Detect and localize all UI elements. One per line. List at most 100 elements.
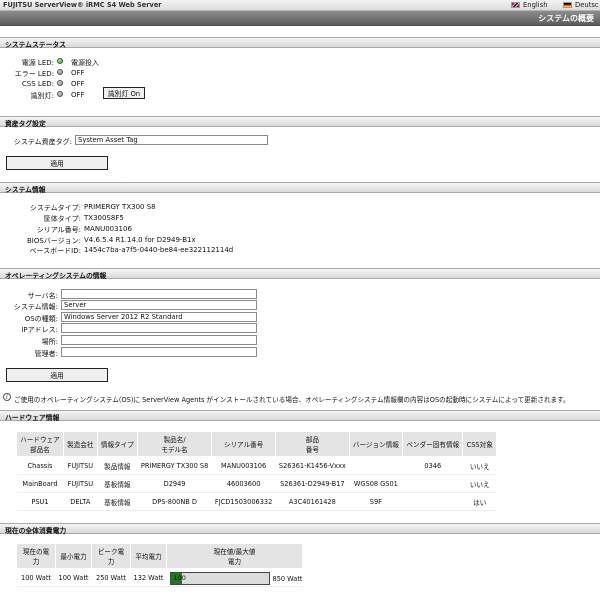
- table-cell: S9F: [349, 492, 403, 511]
- table-cell: MainBoard: [16, 474, 64, 493]
- hardware-col-header: 部品 番号: [275, 431, 350, 457]
- system-info-input[interactable]: [61, 300, 257, 310]
- bios-version-value: V4.6.5.4 R1.14.0 for D2949-B1x: [84, 236, 196, 244]
- table-cell: 基板情報: [97, 492, 138, 511]
- table-cell: S26361-K1456-Vxxx: [275, 456, 350, 475]
- system-info-label: システム情報:: [13, 303, 58, 311]
- table-cell: A3C40161428: [275, 492, 350, 511]
- language-english-link[interactable]: English: [511, 1, 548, 9]
- asset-tag-label: システム資産タグ:: [13, 138, 72, 146]
- avg-power-value: 132 Watt: [130, 568, 167, 587]
- baseboard-id-label: ベースボードID:: [29, 247, 81, 255]
- administrator-input[interactable]: [61, 347, 257, 357]
- ip-address-label: IPアドレス:: [21, 326, 58, 334]
- table-cell: PSU1: [16, 492, 64, 511]
- section-header-hardware-info: ハードウェア情報: [0, 410, 600, 422]
- system-type-value: PRIMERGY TX300 S8: [84, 203, 156, 211]
- power-col-header: 現在の電力: [16, 543, 56, 569]
- language-german-label: Deutsc: [575, 1, 599, 9]
- server-name-input[interactable]: [61, 289, 257, 299]
- table-cell: S26361-D2949-B17: [275, 474, 350, 493]
- power-table-row: 100 Watt 100 Watt 250 Watt 132 Watt 100 …: [16, 568, 303, 587]
- section-header-system-status: システムステータス: [0, 37, 600, 49]
- os-info-apply-button[interactable]: 適用: [6, 368, 108, 382]
- peak-power-value: 250 Watt: [91, 568, 131, 587]
- table-row: MainBoard FUJITSU 基板情報 D2949 46003600 S26361-…: [16, 474, 497, 493]
- table-cell: DELTA: [63, 492, 98, 511]
- os-type-label: OSの種類:: [24, 315, 58, 323]
- serial-number-label: シリアル番号:: [36, 226, 81, 234]
- baseboard-id-value: 1454c7ba-a7f5-0440-be84-ee322112114d: [84, 246, 234, 254]
- chassis-type-value: TX300S8F5: [84, 214, 124, 222]
- table-row: PSU1 DELTA 基板情報 DPS-800NB D FJCD1503006332 A3…: [16, 492, 497, 511]
- hardware-col-header: ベンダー固有情報: [402, 431, 464, 457]
- hardware-col-header: 製品名/ モデル名: [136, 431, 213, 457]
- uk-flag-icon: [511, 2, 520, 8]
- table-cell: 46003600: [211, 474, 276, 493]
- power-led-icon: [57, 58, 63, 64]
- administrator-label: 管理者:: [34, 350, 58, 358]
- location-input[interactable]: [61, 335, 257, 345]
- identify-led-label: 識別灯:: [30, 92, 54, 100]
- table-cell: [349, 456, 403, 475]
- table-cell: DPS-800NB D: [137, 492, 212, 511]
- brand-logo-text: FUJITSU ServerView® iRMC S4 Web Server: [3, 1, 162, 9]
- max-power-value: 850 Watt: [272, 575, 303, 583]
- table-cell: 製品情報: [97, 456, 138, 475]
- table-cell: FJCD1503006332: [211, 492, 276, 511]
- table-cell: FUJITSU: [63, 456, 98, 475]
- asset-tag-apply-button[interactable]: 適用: [6, 156, 108, 170]
- hardware-col-header: ハードウェア 部品名: [16, 431, 64, 457]
- error-led-icon: [57, 69, 63, 75]
- power-bar-label: 100: [173, 574, 186, 582]
- top-bar: FUJITSU ServerView® iRMC S4 Web Server E…: [0, 0, 600, 11]
- asset-tag-input[interactable]: [75, 135, 268, 145]
- table-cell: Chassis: [16, 456, 64, 475]
- table-cell: 基板情報: [97, 474, 138, 493]
- language-german-link[interactable]: Deutsc: [563, 1, 599, 9]
- hardware-col-header: 製造会社: [62, 431, 98, 457]
- table-cell: FUJITSU: [63, 474, 98, 493]
- hardware-col-header: 情報タイプ: [96, 431, 139, 457]
- location-label: 場所:: [41, 338, 58, 346]
- serial-number-value: MANU003106: [84, 225, 132, 233]
- table-cell: [402, 492, 463, 511]
- section-header-power: 現在の全体消費電力: [0, 523, 600, 535]
- identify-led-value: OFF: [71, 91, 85, 99]
- hardware-col-header: CSS対象: [462, 431, 497, 457]
- identify-on-button[interactable]: 識別灯 On: [103, 87, 145, 99]
- section-header-system-info: システム情報: [0, 182, 600, 194]
- os-info-note: ご使用のオペレーティングシステム(OS)に ServerView Agents …: [14, 396, 570, 404]
- hardware-col-header: バージョン情報: [348, 431, 404, 457]
- power-col-header: 現在値/最大値 電力: [166, 543, 303, 569]
- error-led-label: エラー LED:: [14, 70, 54, 78]
- section-header-asset-tag: 資産タグ設定: [0, 116, 600, 128]
- os-type-input[interactable]: [61, 312, 257, 322]
- chassis-type-label: 筐体タイプ:: [43, 215, 81, 223]
- identify-led-icon: [57, 91, 63, 97]
- table-cell: いいえ: [462, 456, 497, 475]
- page-title: システムの概要: [538, 14, 594, 23]
- table-row: Chassis FUJITSU 製品情報 PRIMERGY TX300 S8 MANU0…: [16, 456, 497, 475]
- power-col-header: 平均電力: [130, 543, 167, 569]
- table-cell: 0346: [402, 456, 463, 475]
- language-english-label: English: [523, 1, 548, 9]
- power-bar-cell: 100 850 Watt: [166, 568, 303, 587]
- current-power-value: 100 Watt: [16, 568, 56, 587]
- server-name-label: サーバ名:: [27, 292, 58, 300]
- table-cell: いいえ: [462, 474, 497, 493]
- error-led-value: OFF: [71, 69, 85, 77]
- table-cell: MANU003106: [211, 456, 276, 475]
- info-icon: i: [3, 393, 11, 401]
- css-led-icon: [57, 80, 63, 86]
- min-power-value: 100 Watt: [55, 568, 92, 587]
- table-cell: はい: [462, 492, 497, 511]
- german-flag-icon: [563, 2, 572, 8]
- ip-address-input[interactable]: [61, 323, 257, 333]
- power-table: 現在の電力 最小電力 ピーク電力 平均電力 現在値/最大値 電力 100 Watt 10…: [16, 543, 303, 587]
- power-table-header: 現在の電力 最小電力 ピーク電力 平均電力 現在値/最大値 電力: [16, 543, 303, 569]
- hardware-table-header: ハードウェア 部品名 製造会社 情報タイプ 製品名/ モデル名 シリアル番号 部品 番号バ…: [16, 431, 497, 457]
- title-bar: システムの概要: [0, 11, 600, 26]
- bios-version-label: BIOSバージョン:: [26, 237, 81, 245]
- table-cell: D2949: [137, 474, 212, 493]
